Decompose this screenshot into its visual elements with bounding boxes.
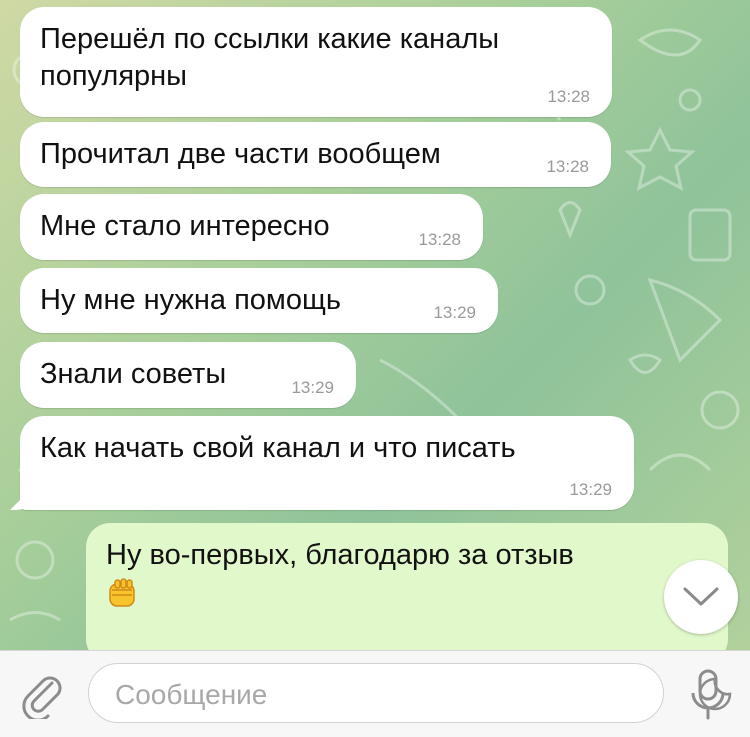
- message-bubble[interactable]: Как начать свой канал и что писать 13:29: [20, 416, 634, 510]
- outgoing-message-bubble[interactable]: Ну во-первых, благодарю за отзыв: [86, 523, 728, 663]
- message-bubble[interactable]: Мне стало интересно 13:28: [20, 194, 483, 260]
- message-bubble[interactable]: Знали советы 13:29: [20, 342, 356, 408]
- message-time: 13:29: [433, 303, 476, 322]
- fist-emoji-icon: [106, 578, 138, 612]
- message-text: Ну во-первых, благодарю за отзыв: [106, 539, 574, 571]
- attach-button[interactable]: [18, 669, 66, 722]
- scroll-to-bottom-button[interactable]: [664, 560, 738, 634]
- message-time: 13:29: [569, 480, 612, 499]
- message-input-field[interactable]: [88, 663, 732, 723]
- message-input[interactable]: [113, 674, 597, 716]
- voice-record-button[interactable]: [688, 667, 728, 723]
- message-text: Перешёл по ссылки какие каналы популярны: [40, 23, 500, 92]
- message-time: 13:28: [547, 87, 590, 106]
- paperclip-icon: [22, 676, 62, 722]
- message-time: 13:28: [546, 157, 589, 176]
- message-text: Как начать свой канал и что писать: [40, 432, 516, 464]
- composer-bar: [0, 650, 750, 737]
- message-time: 13:28: [418, 230, 461, 249]
- message-time: 13:29: [291, 378, 334, 397]
- microphone-icon: [691, 669, 725, 720]
- message-text: Ну мне нужна помощь: [40, 284, 341, 316]
- chevron-down-icon: [683, 587, 719, 606]
- message-bubble[interactable]: Перешёл по ссылки какие каналы популярны…: [20, 7, 612, 117]
- message-bubble[interactable]: Ну мне нужна помощь 13:29: [20, 268, 498, 333]
- message-text: Мне стало интересно: [40, 210, 330, 242]
- message-list: Перешёл по ссылки какие каналы популярны…: [0, 0, 750, 663]
- message-bubble[interactable]: Прочитал две части вообщем 13:28: [20, 122, 611, 187]
- message-text: Прочитал две части вообщем: [40, 138, 441, 170]
